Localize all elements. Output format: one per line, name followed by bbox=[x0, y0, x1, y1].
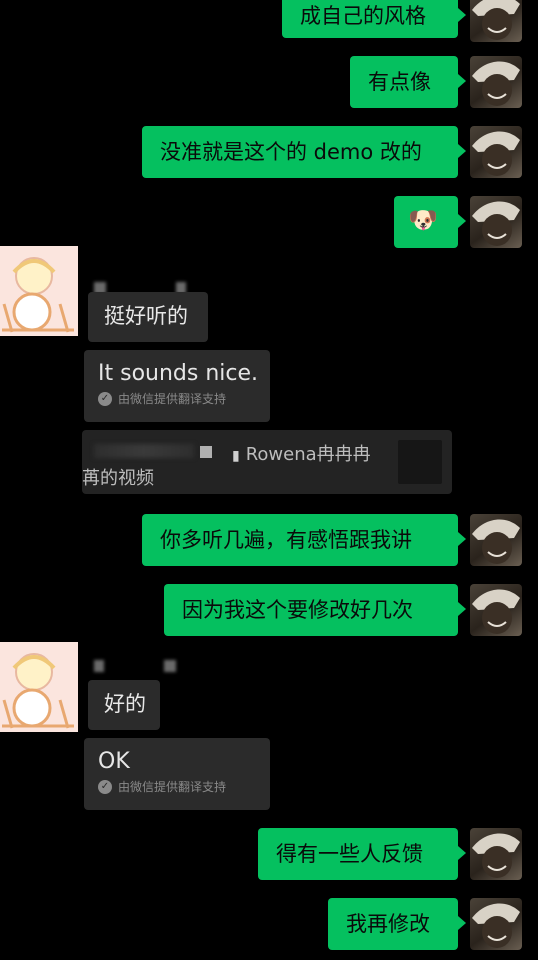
message-text: 我再修改 bbox=[346, 912, 430, 936]
message-text: 有点像 bbox=[368, 70, 431, 94]
my-avatar[interactable] bbox=[470, 0, 522, 42]
message-bubble-them[interactable]: 挺好听的 bbox=[88, 292, 208, 342]
sender-name-blurred bbox=[164, 660, 176, 672]
translation-note-text: 由微信提供翻译支持 bbox=[118, 392, 227, 406]
quote-redacted-text bbox=[94, 444, 194, 458]
message-bubble-me[interactable]: 没准就是这个的 demo 改的 bbox=[142, 126, 466, 178]
quote-video-thumbnail[interactable] bbox=[398, 440, 442, 484]
my-avatar[interactable] bbox=[470, 584, 522, 636]
check-circle-icon: ✓ bbox=[98, 391, 112, 406]
translation-card[interactable]: It sounds nice. ✓ 由微信提供翻译支持 bbox=[84, 350, 270, 422]
translation-note-text: 由微信提供翻译支持 bbox=[118, 780, 227, 794]
message-text: 挺好听的 bbox=[104, 304, 188, 328]
contact-avatar[interactable] bbox=[0, 246, 78, 336]
avatar-image bbox=[472, 589, 520, 634]
my-avatar[interactable] bbox=[470, 56, 522, 108]
quote-redacted-block bbox=[200, 446, 212, 458]
quoted-message[interactable]: ▮ Rowena冉冉冉 苒的视频 bbox=[82, 430, 452, 494]
quote-author: Rowena冉冉冉 bbox=[245, 444, 371, 465]
avatar-image bbox=[472, 903, 520, 948]
message-bubble-me[interactable]: 🐶 bbox=[394, 196, 466, 248]
translation-note: ✓ 由微信提供翻译支持 bbox=[98, 778, 256, 795]
message-bubble-me[interactable]: 因为我这个要修改好几次 bbox=[164, 584, 466, 636]
message-bubble-me[interactable]: 成自己的风格 bbox=[282, 0, 466, 38]
avatar-image bbox=[0, 246, 78, 336]
message-bubble-me[interactable]: 你多听几遍，有感悟跟我讲 bbox=[142, 514, 466, 566]
message-bubble-me[interactable]: 有点像 bbox=[350, 56, 466, 108]
avatar-image bbox=[472, 0, 520, 40]
my-avatar[interactable] bbox=[470, 126, 522, 178]
my-avatar[interactable] bbox=[470, 196, 522, 248]
message-text: 好的 bbox=[104, 692, 146, 716]
check-circle-icon: ✓ bbox=[98, 779, 112, 794]
message-text: 得有一些人反馈 bbox=[276, 842, 423, 866]
avatar-image bbox=[472, 833, 520, 878]
message-text: 没准就是这个的 demo 改的 bbox=[160, 140, 422, 164]
avatar-image bbox=[472, 131, 520, 176]
translation-text: OK bbox=[98, 749, 130, 774]
doge-emoji-icon: 🐶 bbox=[408, 206, 438, 234]
translation-card[interactable]: OK ✓ 由微信提供翻译支持 bbox=[84, 738, 270, 810]
avatar-image bbox=[472, 201, 520, 246]
message-bubble-them[interactable]: 好的 bbox=[88, 680, 160, 730]
my-avatar[interactable] bbox=[470, 898, 522, 950]
avatar-image bbox=[472, 519, 520, 564]
message-bubble-me[interactable]: 得有一些人反馈 bbox=[258, 828, 466, 880]
avatar-image bbox=[0, 642, 78, 732]
quote-text: 苒的视频 bbox=[82, 468, 154, 489]
message-text: 成自己的风格 bbox=[300, 4, 426, 28]
my-avatar[interactable] bbox=[470, 828, 522, 880]
quote-author-line: ▮ Rowena冉冉冉 bbox=[232, 440, 371, 466]
avatar-image bbox=[472, 61, 520, 106]
message-bubble-me[interactable]: 我再修改 bbox=[328, 898, 466, 950]
contact-avatar[interactable] bbox=[0, 642, 78, 732]
sender-name-blurred bbox=[94, 660, 104, 672]
my-avatar[interactable] bbox=[470, 514, 522, 566]
message-text: 你多听几遍，有感悟跟我讲 bbox=[160, 528, 412, 552]
translation-note: ✓ 由微信提供翻译支持 bbox=[98, 390, 256, 407]
file-icon: ▮ bbox=[232, 448, 240, 464]
translation-text: It sounds nice. bbox=[98, 361, 259, 386]
message-text: 因为我这个要修改好几次 bbox=[182, 598, 413, 622]
